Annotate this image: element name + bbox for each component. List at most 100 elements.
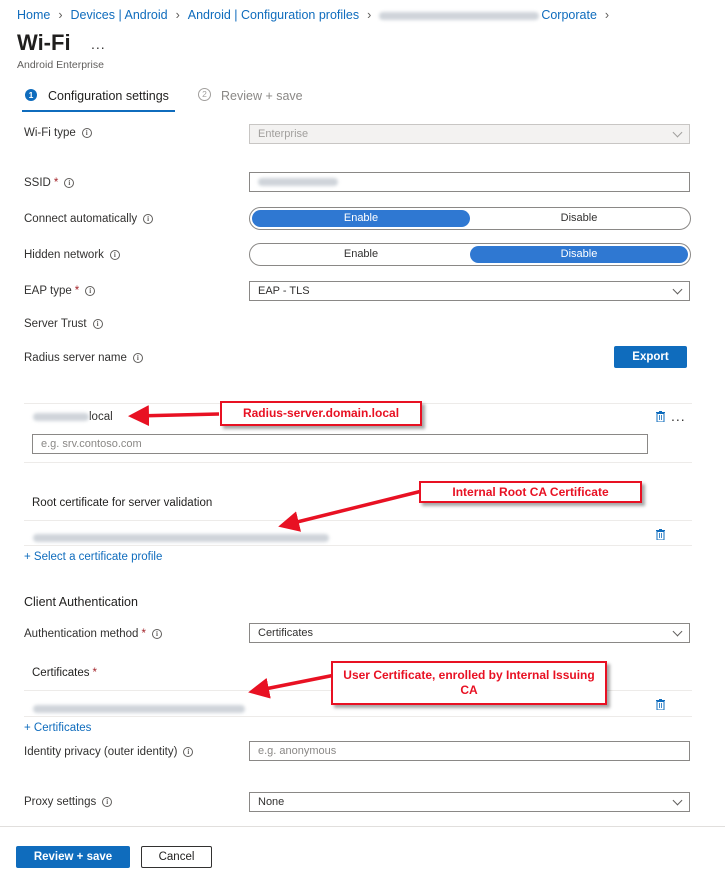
certificates-text: Certificates	[32, 667, 90, 679]
info-icon[interactable]: i	[64, 177, 75, 188]
trash-icon[interactable]	[656, 699, 665, 710]
divider	[24, 716, 692, 717]
breadcrumb: Home › Devices | Android › Android | Configu…	[17, 8, 617, 22]
footer-divider	[0, 826, 725, 827]
breadcrumb-devices-android[interactable]: Devices | Android	[71, 8, 168, 22]
identity-privacy-text: Identity privacy (outer identity)	[24, 746, 178, 758]
cancel-button[interactable]: Cancel	[141, 846, 212, 868]
ssid-text: SSID	[24, 177, 51, 189]
info-icon[interactable]: i	[85, 285, 96, 296]
wifi-type-text: Wi-Fi type	[24, 127, 76, 139]
root-certificate-entry	[33, 530, 329, 544]
chevron-down-icon	[672, 284, 683, 295]
trash-icon[interactable]	[656, 529, 665, 540]
hidden-network-toggle: Enable Disable	[249, 243, 691, 266]
info-icon[interactable]: i	[183, 746, 194, 757]
ssid-input[interactable]	[249, 172, 690, 192]
wifi-type-select: Enterprise	[249, 124, 690, 144]
identity-privacy-placeholder: e.g. anonymous	[258, 745, 337, 757]
authentication-method-select[interactable]: Certificates	[249, 623, 690, 643]
required-marker: *	[74, 285, 80, 297]
redacted-profile-name	[379, 11, 540, 20]
radius-arrow	[128, 405, 220, 427]
chevron-right-icon: ›	[604, 8, 610, 22]
redacted-user-certificate	[33, 704, 245, 713]
select-certificate-profile-link[interactable]: + Select a certificate profile	[24, 551, 162, 563]
add-certificates-link[interactable]: + Certificates	[24, 722, 91, 734]
chevron-right-icon: ›	[175, 8, 180, 22]
more-icon[interactable]: ...	[671, 408, 686, 424]
authentication-method-label: Authentication method * i	[24, 628, 162, 640]
radius-server-placeholder: e.g. srv.contoso.com	[41, 438, 142, 450]
proxy-settings-select[interactable]: None	[249, 792, 690, 812]
breadcrumb-home[interactable]: Home	[17, 8, 50, 22]
hidden-network-label: Hidden network i	[24, 249, 120, 261]
radius-callout: Radius-server.domain.local	[220, 401, 422, 426]
divider	[24, 545, 692, 546]
chevron-down-icon	[672, 626, 683, 637]
root-ca-callout: Internal Root CA Certificate	[419, 481, 642, 503]
info-icon[interactable]: i	[132, 352, 143, 363]
chevron-right-icon: ›	[58, 8, 63, 22]
info-icon[interactable]: i	[81, 127, 92, 138]
root-certificate-heading: Root certificate for server validation	[32, 497, 213, 509]
step-1-indicator: 1	[25, 89, 37, 101]
chevron-down-icon	[672, 795, 683, 806]
identity-privacy-label: Identity privacy (outer identity) i	[24, 746, 194, 758]
wifi-type-value: Enterprise	[258, 128, 309, 140]
info-icon[interactable]: i	[92, 318, 103, 329]
info-icon[interactable]: i	[143, 213, 154, 224]
breadcrumb-configuration-profiles[interactable]: Android | Configuration profiles	[188, 8, 359, 22]
required-marker: *	[141, 628, 146, 640]
radius-server-new-input[interactable]: e.g. srv.contoso.com	[32, 434, 648, 454]
proxy-settings-text: Proxy settings	[24, 796, 97, 808]
client-authentication-heading: Client Authentication	[24, 595, 138, 609]
required-marker: *	[92, 667, 98, 679]
tab-review-save[interactable]: Review + save	[221, 89, 303, 103]
eap-type-value: EAP - TLS	[258, 285, 310, 297]
radius-server-label: Radius server name i	[24, 352, 143, 364]
hidden-network-enable-option[interactable]: Enable	[252, 246, 470, 263]
export-button[interactable]: Export	[614, 346, 687, 368]
more-icon[interactable]: ...	[91, 36, 106, 52]
user-cert-callout: User Certificate, enrolled by Internal I…	[331, 661, 607, 705]
page-subtitle: Android Enterprise	[17, 59, 104, 71]
wifi-type-label: Wi-Fi type i	[24, 127, 92, 139]
server-trust-label: Server Trust i	[24, 318, 103, 330]
user-certificate-entry	[33, 701, 245, 715]
radius-server-entry: local	[33, 411, 113, 423]
connect-auto-disable-option[interactable]: Disable	[470, 210, 688, 227]
info-icon[interactable]: i	[102, 796, 113, 807]
hidden-network-disable-option[interactable]: Disable	[470, 246, 688, 263]
tab-configuration-settings[interactable]: Configuration settings	[48, 89, 169, 103]
chevron-down-icon	[672, 127, 683, 138]
proxy-settings-label: Proxy settings i	[24, 796, 113, 808]
authentication-method-text: Authentication method	[24, 628, 139, 640]
info-icon[interactable]: i	[151, 628, 162, 639]
redacted-root-certificate	[33, 533, 329, 542]
chevron-right-icon: ›	[367, 8, 372, 22]
trash-icon[interactable]	[656, 411, 665, 422]
connect-auto-enable-option[interactable]: Enable	[252, 210, 470, 227]
review-save-button[interactable]: Review + save	[16, 846, 130, 868]
redacted-ssid-value	[258, 178, 338, 187]
authentication-method-value: Certificates	[258, 627, 314, 639]
eap-type-select[interactable]: EAP - TLS	[249, 281, 690, 301]
active-step-underline	[22, 110, 175, 112]
breadcrumb-profile[interactable]: Corporate	[541, 8, 597, 22]
info-icon[interactable]: i	[109, 249, 120, 260]
connect-automatically-toggle: Enable Disable	[249, 207, 691, 230]
divider	[24, 520, 692, 521]
radius-server-text: Radius server name	[24, 352, 127, 364]
identity-privacy-input[interactable]: e.g. anonymous	[249, 741, 690, 761]
eap-type-label: EAP type * i	[24, 285, 96, 297]
page-title: Wi-Fi	[17, 30, 71, 55]
connect-automatically-text: Connect automatically	[24, 213, 138, 225]
user-cert-arrow	[248, 673, 336, 699]
server-trust-text: Server Trust	[24, 318, 87, 330]
step-2-indicator: 2	[198, 88, 211, 101]
required-marker: *	[53, 177, 59, 189]
divider	[24, 462, 692, 463]
connect-automatically-label: Connect automatically i	[24, 213, 154, 225]
certificates-heading: Certificates *	[32, 667, 97, 679]
